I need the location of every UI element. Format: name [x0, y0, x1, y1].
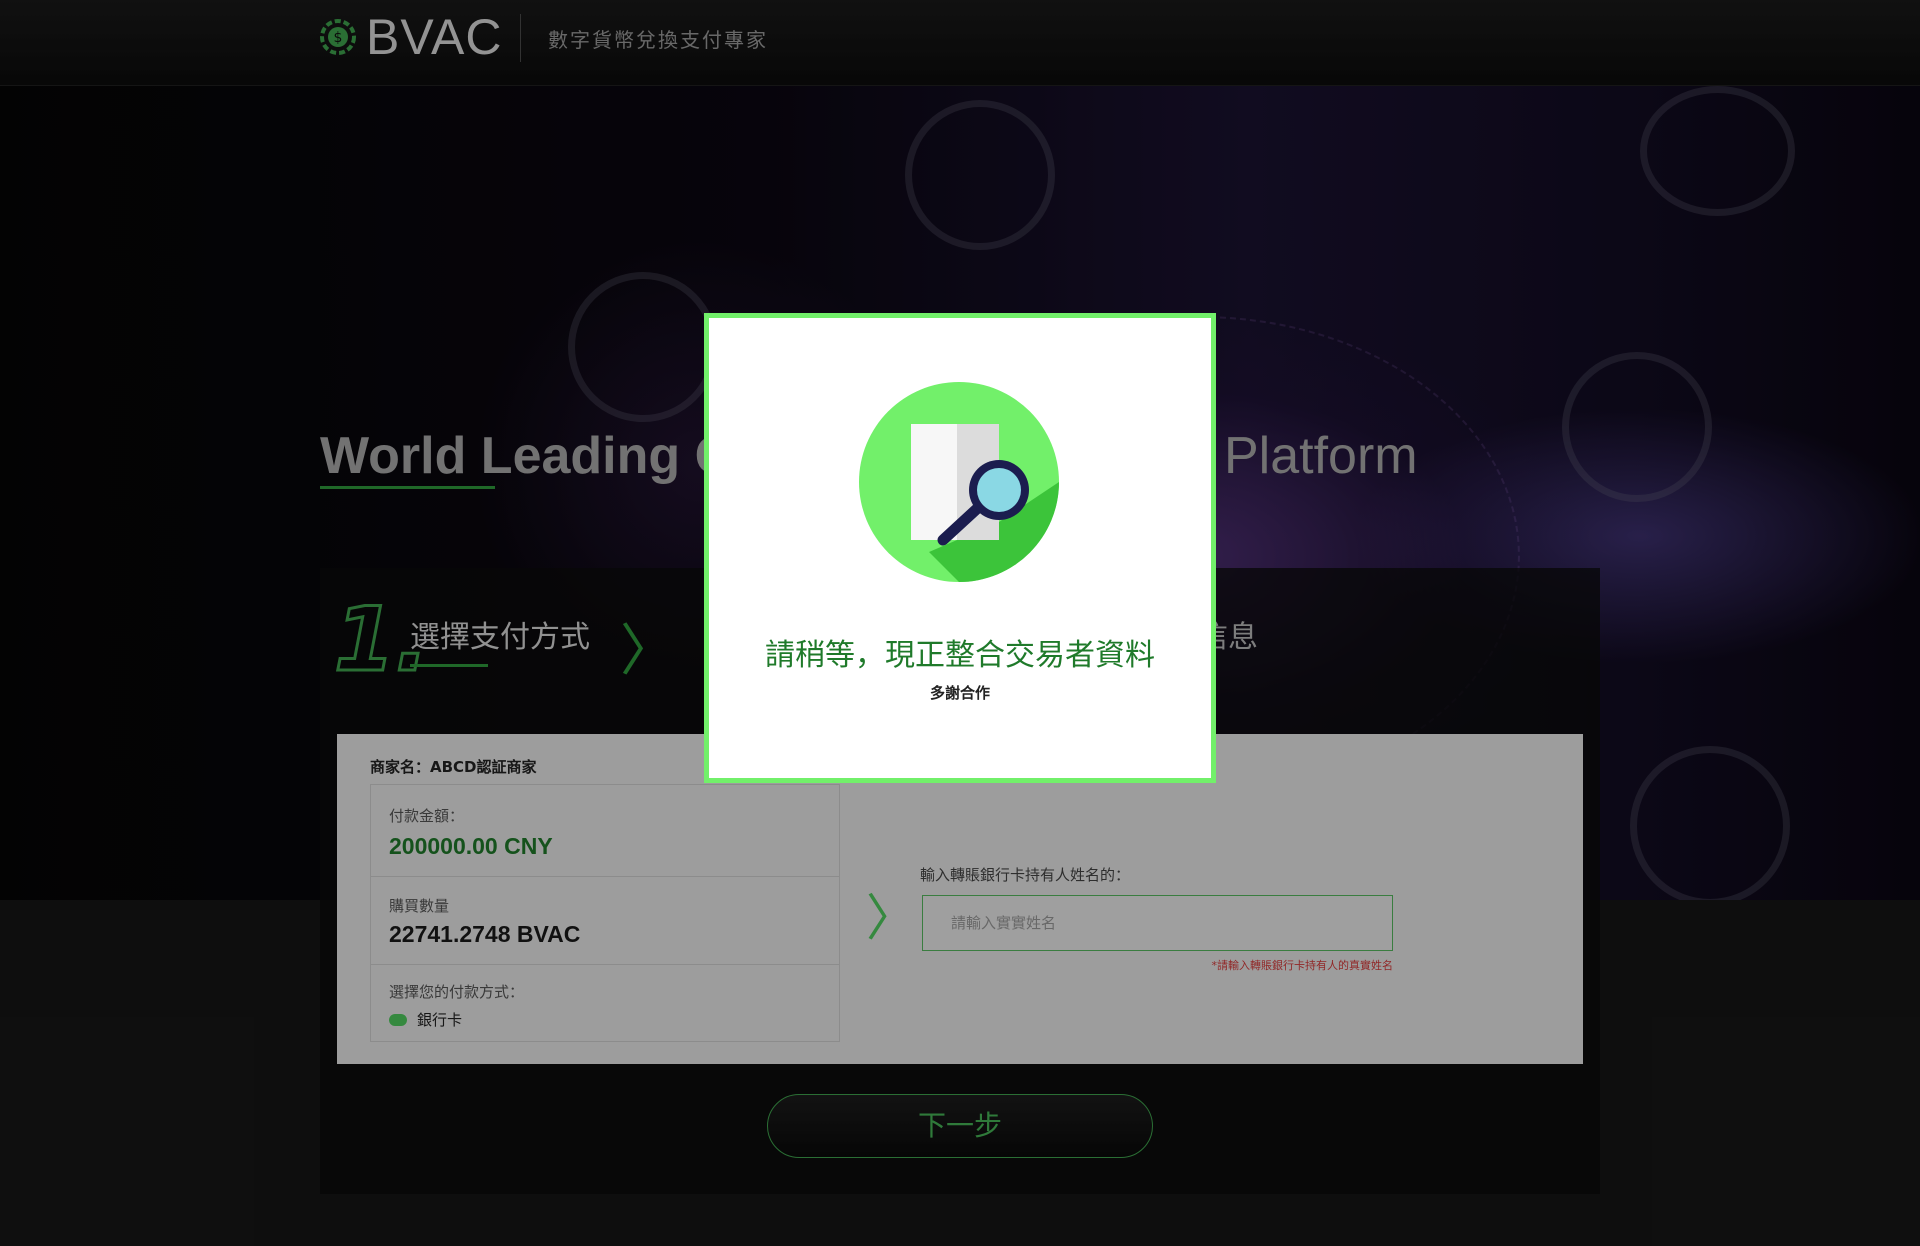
modal-subtitle: 多謝合作 — [929, 684, 990, 702]
document-search-icon — [859, 382, 1059, 582]
modal-title: 請稍等，現正整合交易者資料 — [765, 638, 1155, 673]
loading-modal: 請稍等，現正整合交易者資料 多謝合作 — [704, 313, 1216, 783]
